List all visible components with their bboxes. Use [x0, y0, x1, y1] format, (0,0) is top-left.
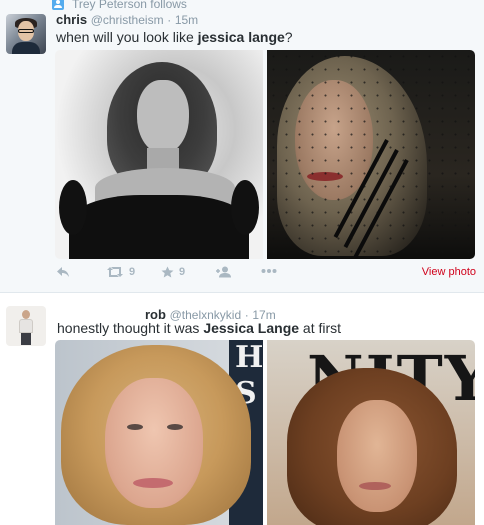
- timestamp[interactable]: 15m: [175, 13, 198, 27]
- reply-button[interactable]: [56, 266, 70, 278]
- tweet-text-bold: jessica lange: [197, 29, 285, 45]
- retweet-count: 9: [129, 266, 136, 278]
- photo-jessica-lange[interactable]: H S: [55, 340, 263, 525]
- follow-icon: [216, 266, 231, 278]
- fullname[interactable]: chris: [56, 12, 87, 27]
- follow-button[interactable]: [216, 266, 234, 278]
- tweet-text: when will you look like jessica lange?: [56, 29, 293, 45]
- photo-veiled-portrait[interactable]: [267, 50, 475, 259]
- separator-dot: ·: [167, 13, 172, 27]
- tweet-text-bold: Jessica Lange: [203, 320, 300, 336]
- follow-context-icon: [52, 0, 64, 10]
- tweet-header: chris @christheism · 15m: [56, 12, 198, 27]
- username[interactable]: @christheism: [91, 13, 164, 27]
- tweet-media[interactable]: H S NITY FA: [55, 340, 475, 525]
- tweet-actions: 9 9 View photo: [56, 266, 476, 284]
- more-button[interactable]: [261, 268, 277, 274]
- view-photo-link[interactable]: View photo: [422, 266, 476, 278]
- avatar[interactable]: [6, 14, 46, 54]
- favorite-count: 9: [179, 266, 186, 278]
- photo-grayscale-portrait[interactable]: [55, 50, 263, 259]
- social-context: Trey Peterson follows: [52, 0, 187, 11]
- more-icon: [261, 269, 277, 273]
- tweet-chris[interactable]: Trey Peterson follows chris @christheism…: [0, 0, 484, 293]
- reply-icon: [57, 267, 69, 277]
- tweet-media[interactable]: [55, 50, 475, 259]
- social-context-text: Trey Peterson follows: [72, 0, 187, 11]
- retweet-icon: [107, 267, 123, 277]
- tweet-rob[interactable]: rob @thelxnkykid · 17m honestly thought …: [0, 294, 484, 525]
- favorite-button[interactable]: 9: [161, 266, 185, 278]
- avatar[interactable]: [6, 306, 46, 346]
- photo-magazine-cover[interactable]: NITY FA: [267, 340, 475, 525]
- tweet-text: honestly thought it was Jessica Lange at…: [57, 320, 342, 336]
- star-icon: [161, 266, 174, 278]
- retweet-button[interactable]: 9: [106, 266, 135, 278]
